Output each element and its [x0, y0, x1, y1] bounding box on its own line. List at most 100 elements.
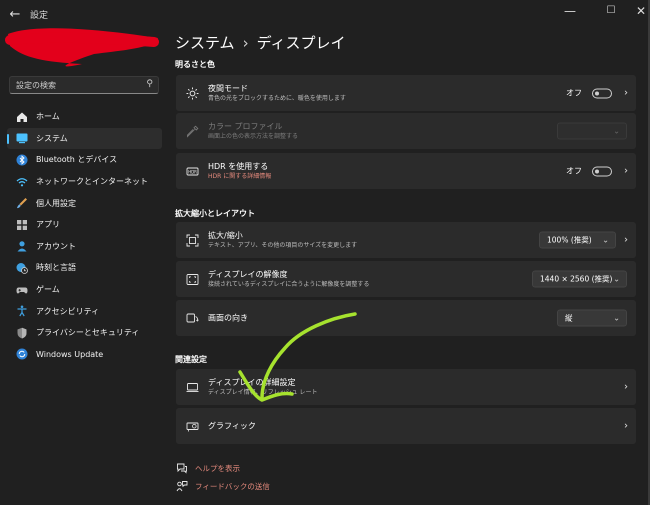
search-input[interactable] — [16, 78, 136, 92]
sidebar-item-apps[interactable]: アプリ — [7, 214, 162, 236]
redaction-scribble — [5, 28, 159, 67]
color-profile-card: カラー プロファイル 画面上の色の表示方法を調整する ⌄ — [176, 113, 636, 149]
sidebar-item-accessibility[interactable]: アクセシビリティ — [7, 300, 162, 322]
section-title-scale-layout: 拡大縮小とレイアウト — [175, 209, 255, 218]
scale-subtitle: テキスト、アプリ、その他の項目のサイズを変更します — [208, 242, 358, 249]
brush-icon — [16, 197, 28, 209]
orientation-value: 縦 — [565, 313, 573, 323]
sidebar-item-windows-update[interactable]: Windows Update — [7, 344, 162, 366]
hdr-title: HDR を使用する — [208, 162, 269, 171]
shield-icon — [16, 327, 28, 339]
time-language-icon — [16, 262, 28, 274]
get-help-link[interactable]: ヘルプを表示 — [176, 462, 240, 474]
chevron-right-icon: › — [624, 381, 628, 393]
section-title-related: 関連設定 — [175, 355, 207, 364]
resolution-card[interactable]: ディスプレイの解像度 接続されているディスプレイに合うように解像度を調整する 1… — [176, 261, 636, 297]
minimize-button[interactable]: — — [555, 2, 585, 22]
eyedropper-icon — [185, 124, 199, 138]
maximize-button[interactable]: ☐ — [596, 2, 626, 22]
search-icon: ⚲ — [146, 79, 153, 89]
sidebar-item-label: 個人用設定 — [36, 198, 76, 208]
system-icon — [16, 132, 28, 144]
bluetooth-icon — [16, 154, 28, 166]
orientation-card[interactable]: 画面の向き 縦 ⌄ — [176, 300, 636, 336]
color-profile-title: カラー プロファイル — [208, 122, 283, 131]
hdr-toggle-group: オフ — [566, 166, 612, 177]
scale-icon — [185, 233, 199, 247]
sidebar-item-label: アカウント — [36, 241, 76, 251]
scale-title: 拡大/縮小 — [208, 231, 243, 240]
update-icon — [16, 348, 28, 360]
hdr-toggle-label: オフ — [566, 166, 582, 176]
sidebar-nav: ホーム システム Bluetooth とデバイス ネットワークとインターネット … — [7, 106, 162, 365]
graphics-card[interactable]: グラフィック › — [176, 408, 636, 444]
feedback-label[interactable]: フィードバックの送信 — [195, 481, 270, 492]
resolution-dropdown[interactable]: 1440 × 2560 (推奨) ⌄ — [532, 270, 627, 288]
sidebar-item-gaming[interactable]: ゲーム — [7, 279, 162, 301]
orientation-text: 画面の向き — [208, 313, 248, 324]
night-light-toggle[interactable] — [592, 88, 612, 98]
hdr-card[interactable]: HDR HDR を使用する HDR に関する詳細情報 オフ › — [176, 153, 636, 189]
hdr-toggle[interactable] — [592, 166, 612, 176]
back-arrow-icon[interactable]: ← — [6, 6, 24, 24]
scale-text: 拡大/縮小 テキスト、アプリ、その他の項目のサイズを変更します — [208, 230, 357, 250]
app-title: 設定 — [30, 11, 49, 21]
hdr-icon: HDR — [185, 164, 199, 178]
chevron-down-icon: ⌄ — [613, 313, 620, 323]
get-help-label[interactable]: ヘルプを表示 — [195, 463, 240, 474]
hdr-learn-more-link[interactable]: HDR に関する詳細情報 — [208, 172, 271, 181]
sidebar-item-label: アクセシビリティ — [36, 306, 100, 316]
night-light-subtitle: 青色の光をブロックするために、暖色を使用します — [208, 95, 346, 102]
chevron-right-icon: › — [624, 234, 628, 246]
sidebar-item-system[interactable]: システム — [7, 127, 162, 150]
breadcrumb: システム › ディスプレイ — [175, 32, 346, 53]
scale-card[interactable]: 拡大/縮小 テキスト、アプリ、その他の項目のサイズを変更します 100% (推奨… — [176, 222, 636, 258]
scale-dropdown[interactable]: 100% (推奨) ⌄ — [539, 231, 616, 249]
orientation-dropdown[interactable]: 縦 ⌄ — [557, 309, 627, 327]
graphics-title: グラフィック — [208, 421, 256, 431]
advanced-display-title: ディスプレイの詳細設定 — [208, 378, 296, 387]
resolution-icon — [185, 272, 199, 286]
chevron-down-icon: ⌄ — [602, 235, 609, 245]
brightness-icon — [185, 86, 199, 100]
sidebar-item-label: 時刻と言語 — [36, 263, 76, 273]
chevron-right-icon: › — [624, 87, 628, 99]
night-light-toggle-group: オフ — [566, 88, 612, 99]
night-light-title: 夜間モード — [208, 84, 248, 93]
advanced-display-subtitle: ディスプレイ情報、リフレッシュ レート — [208, 389, 318, 396]
gamepad-icon — [16, 284, 28, 296]
sidebar-item-label: ホーム — [36, 112, 60, 122]
color-profile-subtitle: 画面上の色の表示方法を調整する — [208, 133, 299, 140]
sidebar-item-home[interactable]: ホーム — [7, 106, 162, 128]
sidebar-item-accounts[interactable]: アカウント — [7, 236, 162, 258]
resolution-value: 1440 × 2560 (推奨) — [540, 274, 613, 284]
feedback-link[interactable]: フィードバックの送信 — [176, 480, 270, 492]
night-light-card[interactable]: 夜間モード 青色の光をブロックするために、暖色を使用します オフ › — [176, 75, 636, 111]
close-button[interactable]: ✕ — [626, 2, 650, 22]
chevron-right-icon: › — [624, 165, 628, 177]
chevron-down-icon: ⌄ — [613, 126, 620, 136]
advanced-display-text: ディスプレイの詳細設定 ディスプレイ情報、リフレッシュ レート — [208, 377, 318, 397]
resolution-text: ディスプレイの解像度 接続されているディスプレイに合うように解像度を調整する — [208, 269, 369, 289]
breadcrumb-parent[interactable]: システム — [175, 34, 235, 52]
orientation-title: 画面の向き — [208, 313, 248, 323]
section-title-brightness: 明るさと色 — [175, 60, 215, 69]
page-title: ディスプレイ — [256, 34, 346, 52]
chevron-down-icon: ⌄ — [613, 274, 620, 284]
sidebar-item-bluetooth[interactable]: Bluetooth とデバイス — [7, 149, 162, 171]
sidebar-item-time-language[interactable]: 時刻と言語 — [7, 257, 162, 279]
color-profile-dropdown: ⌄ — [557, 122, 627, 140]
sidebar-item-network[interactable]: ネットワークとインターネット — [7, 171, 162, 193]
advanced-display-card[interactable]: ディスプレイの詳細設定 ディスプレイ情報、リフレッシュ レート › — [176, 369, 636, 405]
color-profile-text: カラー プロファイル 画面上の色の表示方法を調整する — [208, 121, 298, 141]
settings-window: ← 設定 — ☐ ✕ ⚲ ホーム システム B — [0, 0, 650, 505]
sidebar-item-personalization[interactable]: 個人用設定 — [7, 192, 162, 214]
night-light-toggle-label: オフ — [566, 88, 582, 98]
orientation-icon — [185, 311, 199, 325]
sidebar-item-label: システム — [36, 133, 68, 143]
sidebar-item-label: アプリ — [36, 220, 60, 230]
sidebar-item-privacy[interactable]: プライバシーとセキュリティ — [7, 322, 162, 344]
accessibility-icon — [16, 305, 28, 317]
graphics-text: グラフィック — [208, 421, 256, 432]
settings-search[interactable]: ⚲ — [9, 76, 159, 94]
